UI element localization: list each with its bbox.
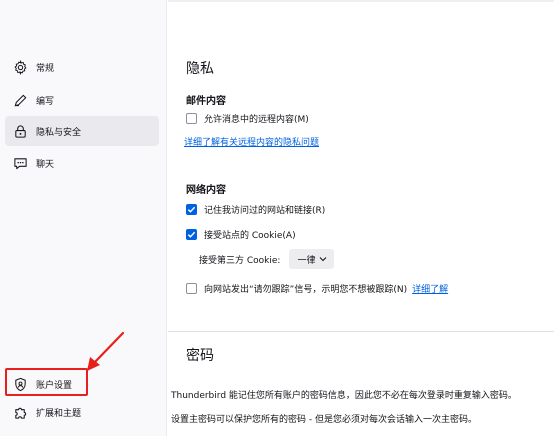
web-content-heading: 网络内容 (186, 185, 226, 196)
password-description-line-2: 设置主密码可以保护您所有的密码 - 但是您必须对每次会话输入一次主密码。 (171, 415, 477, 425)
checkmark-icon (187, 206, 196, 213)
third-party-cookie-row: 接受第三方 Cookie: 一律 (199, 249, 335, 269)
chevron-down-icon (319, 256, 327, 262)
mail-content-heading: 邮件内容 (186, 96, 226, 107)
third-party-cookie-dropdown[interactable]: 一律 (289, 249, 335, 269)
top-divider (168, 0, 554, 2)
remember-sites-checkbox[interactable] (186, 204, 197, 215)
do-not-track-learn-more-link[interactable]: 详细了解 (412, 282, 448, 295)
third-party-cookie-label: 接受第三方 Cookie: (199, 255, 281, 266)
do-not-track-label: 向网站发出“请勿跟踪”信号，示明您不想被跟踪(N) (204, 285, 408, 295)
remote-content-learn-more-link[interactable]: 详细了解有关远程内容的隐私问题 (184, 135, 319, 148)
password-title: 密码 (186, 348, 214, 364)
remember-sites-row[interactable]: 记住我访问过的网站和链接(R) (186, 203, 325, 216)
do-not-track-checkbox[interactable] (186, 283, 197, 294)
checkmark-icon (187, 231, 196, 238)
allow-remote-content-label: 允许消息中的远程内容(M) (204, 115, 309, 125)
do-not-track-row[interactable]: 向网站发出“请勿跟踪”信号，示明您不想被跟踪(N) 详细了解 (186, 282, 448, 295)
allow-remote-content-checkbox[interactable] (186, 113, 197, 124)
accept-cookies-label: 接受站点的 Cookie(A) (204, 231, 296, 241)
third-party-cookie-value: 一律 (297, 255, 316, 266)
accept-cookies-row[interactable]: 接受站点的 Cookie(A) (186, 228, 296, 241)
privacy-title: 隐私 (186, 61, 214, 77)
section-divider (168, 331, 554, 332)
remote-content-learn-more-row: 详细了解有关远程内容的隐私问题 (184, 135, 319, 148)
accept-cookies-checkbox[interactable] (186, 229, 197, 240)
remember-sites-label: 记住我访问过的网站和链接(R) (204, 206, 326, 216)
settings-panel: 隐私 邮件内容 允许消息中的远程内容(M) 详细了解有关远程内容的隐私问题 网络… (168, 0, 554, 436)
password-description-line-1: Thunderbird 能记住您所有账户的密码信息，因此您不必在每次登录时重复输… (171, 391, 517, 401)
allow-remote-content-row[interactable]: 允许消息中的远程内容(M) (186, 112, 309, 125)
